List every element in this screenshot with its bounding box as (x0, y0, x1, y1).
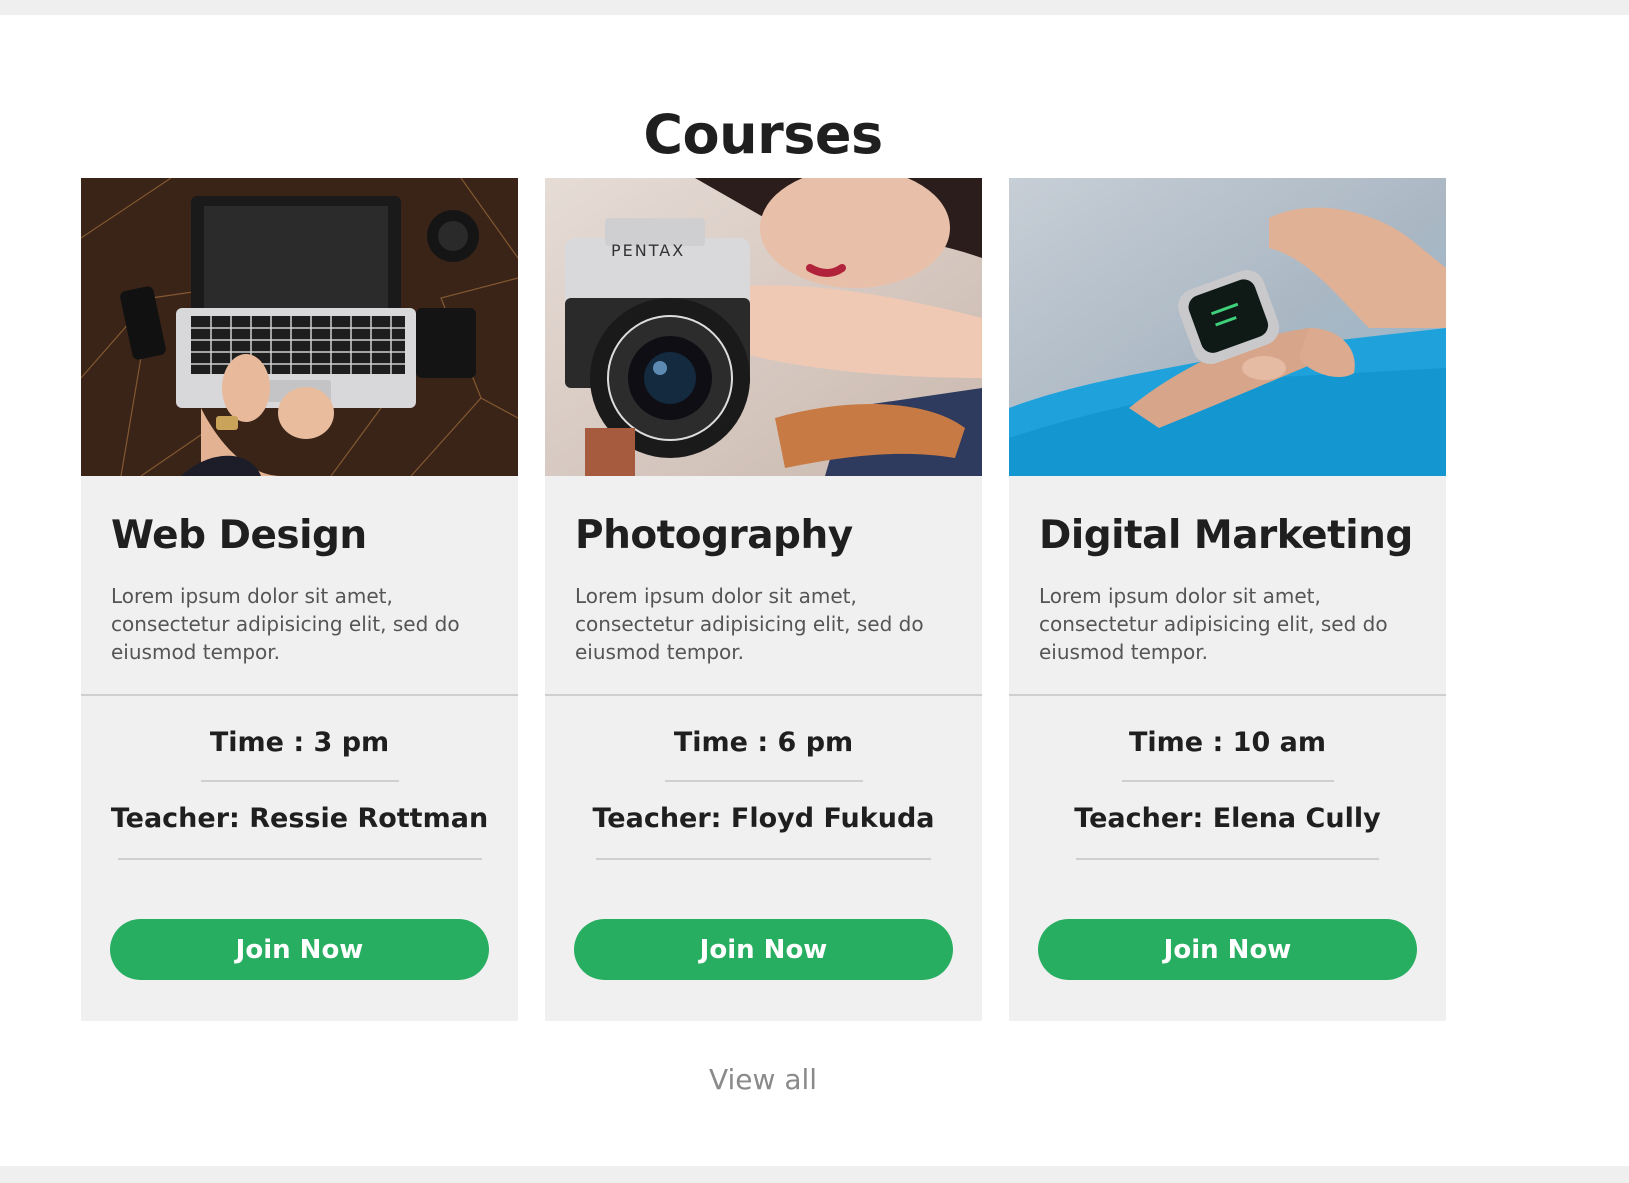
course-title: Web Design (111, 513, 367, 558)
meta-divider (200, 780, 399, 782)
course-image-smartwatch (1009, 178, 1446, 476)
bottom-border-strip (0, 1166, 1629, 1183)
card-divider (1009, 694, 1446, 696)
course-image-laptop (81, 178, 518, 476)
course-time: Time : 3 pm (209, 727, 390, 758)
course-image-camera: PENTAX (545, 178, 982, 476)
camera-brand-text: PENTAX (611, 241, 685, 260)
join-now-button[interactable]: Join Now (574, 919, 953, 980)
top-border-strip (0, 0, 1629, 15)
card-divider (545, 694, 982, 696)
course-description: Lorem ipsum dolor sit amet, consectetur … (1039, 584, 1388, 664)
course-card-photography: PENTAX Photography Lorem ipsum dolor sit… (545, 178, 982, 1021)
course-title: Digital Marketing (1039, 513, 1413, 558)
meta-divider (1076, 858, 1379, 860)
course-teacher: Teacher: Elena Cully (1074, 803, 1381, 834)
course-time: Time : 10 am (1128, 727, 1327, 758)
course-card-digital-marketing: Digital Marketing Lorem ipsum dolor sit … (1009, 178, 1446, 1021)
join-now-button[interactable]: Join Now (110, 919, 489, 980)
meta-divider (1121, 780, 1334, 782)
card-divider (81, 694, 518, 696)
course-teacher: Teacher: Floyd Fukuda (592, 803, 935, 834)
meta-divider (596, 858, 931, 860)
course-description: Lorem ipsum dolor sit amet, consectetur … (111, 584, 460, 664)
course-title: Photography (575, 513, 853, 558)
section-title: Courses (643, 103, 883, 166)
join-now-button[interactable]: Join Now (1038, 919, 1417, 980)
course-teacher: Teacher: Ressie Rottman (110, 803, 489, 834)
course-card-web-design: Web Design Lorem ipsum dolor sit amet, c… (81, 178, 518, 1021)
meta-divider (664, 780, 863, 782)
course-time: Time : 6 pm (673, 727, 854, 758)
view-all-link[interactable]: View all (0, 1063, 1526, 1096)
meta-divider (117, 858, 482, 860)
course-description: Lorem ipsum dolor sit amet, consectetur … (575, 584, 924, 664)
